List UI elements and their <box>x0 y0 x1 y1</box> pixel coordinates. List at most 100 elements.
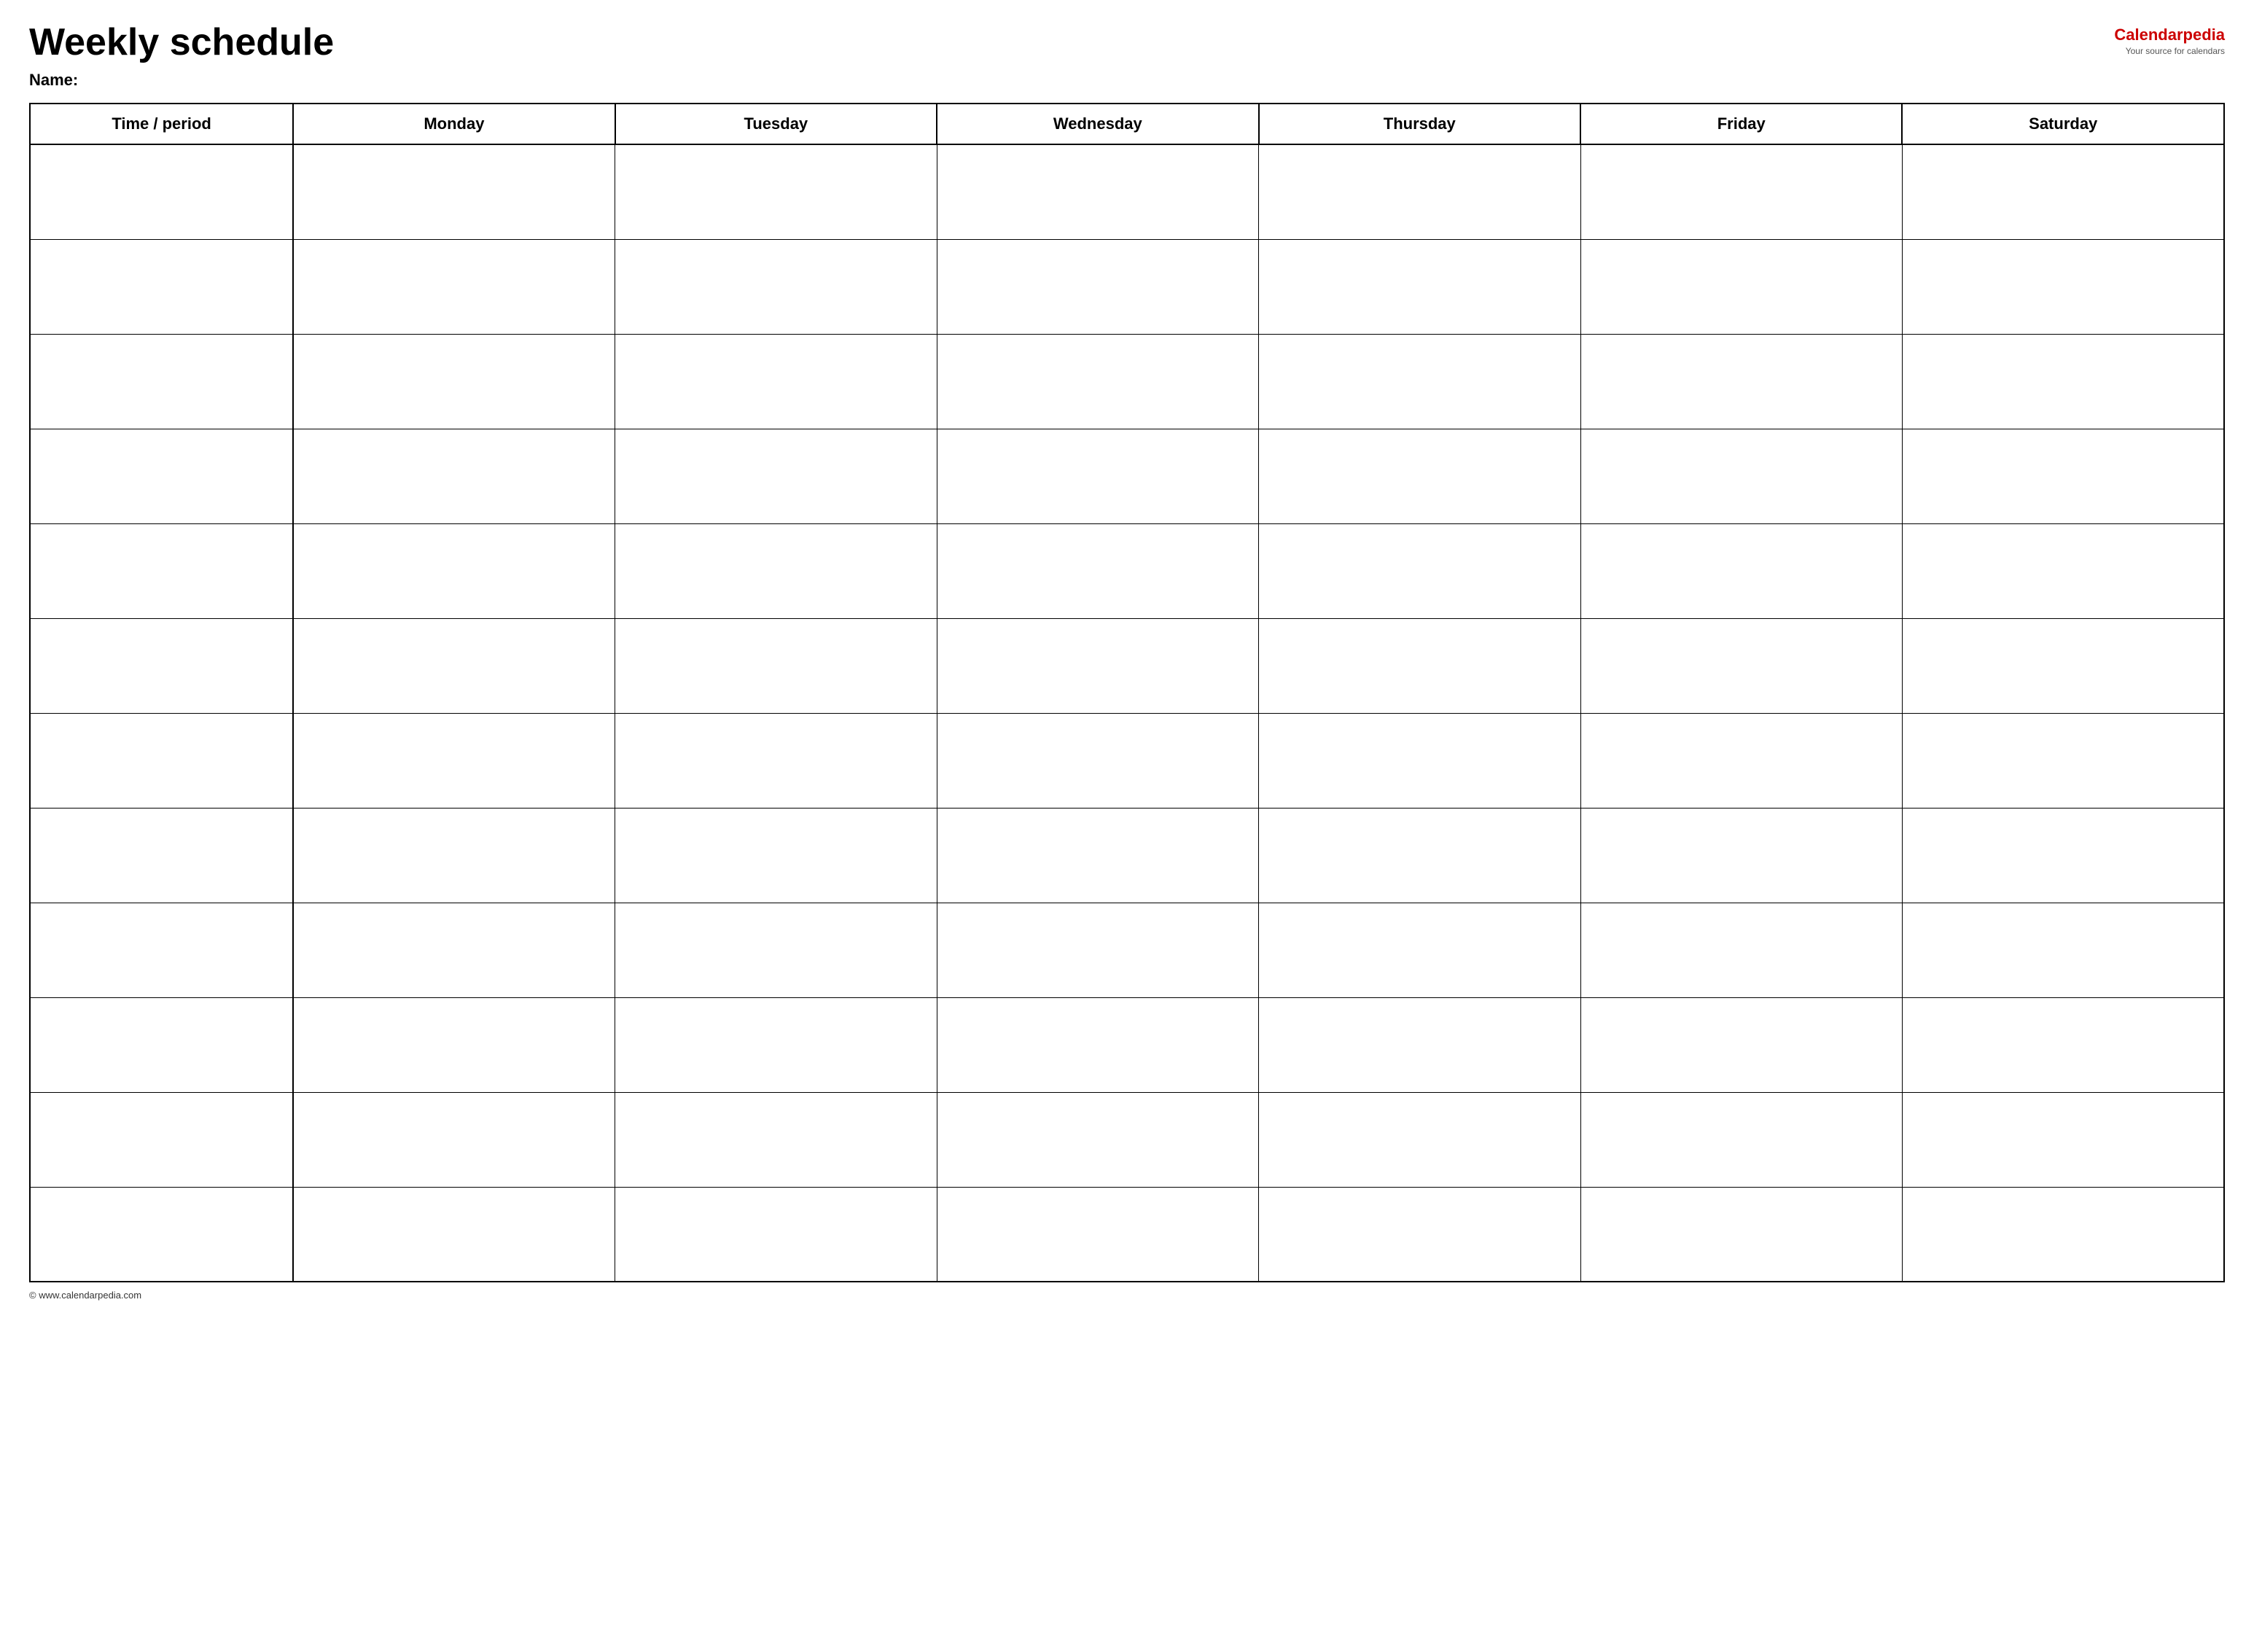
day-cell[interactable] <box>1580 903 1902 997</box>
table-row <box>30 808 2224 903</box>
day-cell[interactable] <box>615 903 937 997</box>
day-cell[interactable] <box>615 1092 937 1187</box>
time-cell[interactable] <box>30 144 293 239</box>
time-cell[interactable] <box>30 239 293 334</box>
table-row <box>30 523 2224 618</box>
table-row <box>30 239 2224 334</box>
day-cell[interactable] <box>1902 239 2224 334</box>
day-cell[interactable] <box>293 997 615 1092</box>
day-cell[interactable] <box>1259 523 1580 618</box>
day-cell[interactable] <box>1580 997 1902 1092</box>
col-header-tuesday: Tuesday <box>615 104 937 144</box>
day-cell[interactable] <box>937 997 1258 1092</box>
day-cell[interactable] <box>937 523 1258 618</box>
day-cell[interactable] <box>615 334 937 429</box>
day-cell[interactable] <box>937 713 1258 808</box>
page-header: Weekly schedule Calendarpedia Your sourc… <box>29 22 2225 63</box>
day-cell[interactable] <box>293 429 615 523</box>
day-cell[interactable] <box>1902 1092 2224 1187</box>
day-cell[interactable] <box>293 618 615 713</box>
day-cell[interactable] <box>937 808 1258 903</box>
day-cell[interactable] <box>293 144 615 239</box>
table-row <box>30 1092 2224 1187</box>
day-cell[interactable] <box>1902 713 2224 808</box>
table-row <box>30 429 2224 523</box>
time-cell[interactable] <box>30 429 293 523</box>
day-cell[interactable] <box>1902 334 2224 429</box>
day-cell[interactable] <box>615 997 937 1092</box>
day-cell[interactable] <box>615 618 937 713</box>
time-cell[interactable] <box>30 618 293 713</box>
time-cell[interactable] <box>30 334 293 429</box>
table-row <box>30 618 2224 713</box>
day-cell[interactable] <box>1580 618 1902 713</box>
day-cell[interactable] <box>1580 1187 1902 1282</box>
day-cell[interactable] <box>1902 144 2224 239</box>
day-cell[interactable] <box>293 334 615 429</box>
day-cell[interactable] <box>1902 808 2224 903</box>
day-cell[interactable] <box>1580 429 1902 523</box>
table-row <box>30 334 2224 429</box>
day-cell[interactable] <box>1259 713 1580 808</box>
day-cell[interactable] <box>1902 429 2224 523</box>
day-cell[interactable] <box>1259 1092 1580 1187</box>
col-header-monday: Monday <box>293 104 615 144</box>
table-row <box>30 144 2224 239</box>
day-cell[interactable] <box>615 429 937 523</box>
day-cell[interactable] <box>615 239 937 334</box>
day-cell[interactable] <box>1902 997 2224 1092</box>
day-cell[interactable] <box>293 1092 615 1187</box>
day-cell[interactable] <box>293 523 615 618</box>
day-cell[interactable] <box>1902 523 2224 618</box>
day-cell[interactable] <box>937 903 1258 997</box>
day-cell[interactable] <box>1259 618 1580 713</box>
day-cell[interactable] <box>1259 429 1580 523</box>
col-header-wednesday: Wednesday <box>937 104 1258 144</box>
day-cell[interactable] <box>1580 144 1902 239</box>
day-cell[interactable] <box>937 429 1258 523</box>
day-cell[interactable] <box>1902 618 2224 713</box>
day-cell[interactable] <box>1259 808 1580 903</box>
time-cell[interactable] <box>30 523 293 618</box>
day-cell[interactable] <box>937 334 1258 429</box>
day-cell[interactable] <box>293 808 615 903</box>
time-cell[interactable] <box>30 997 293 1092</box>
time-cell[interactable] <box>30 903 293 997</box>
table-row <box>30 713 2224 808</box>
day-cell[interactable] <box>937 1187 1258 1282</box>
day-cell[interactable] <box>1580 239 1902 334</box>
day-cell[interactable] <box>293 713 615 808</box>
logo-subtitle: Your source for calendars <box>2126 46 2225 56</box>
day-cell[interactable] <box>615 808 937 903</box>
day-cell[interactable] <box>615 523 937 618</box>
day-cell[interactable] <box>615 144 937 239</box>
col-header-time: Time / period <box>30 104 293 144</box>
day-cell[interactable] <box>1259 997 1580 1092</box>
day-cell[interactable] <box>293 1187 615 1282</box>
day-cell[interactable] <box>937 618 1258 713</box>
day-cell[interactable] <box>1259 334 1580 429</box>
day-cell[interactable] <box>1580 334 1902 429</box>
time-cell[interactable] <box>30 808 293 903</box>
time-cell[interactable] <box>30 1187 293 1282</box>
day-cell[interactable] <box>1580 1092 1902 1187</box>
day-cell[interactable] <box>937 1092 1258 1187</box>
day-cell[interactable] <box>1259 1187 1580 1282</box>
day-cell[interactable] <box>1259 144 1580 239</box>
day-cell[interactable] <box>1259 239 1580 334</box>
day-cell[interactable] <box>615 1187 937 1282</box>
day-cell[interactable] <box>1259 903 1580 997</box>
day-cell[interactable] <box>1580 713 1902 808</box>
day-cell[interactable] <box>293 239 615 334</box>
day-cell[interactable] <box>293 903 615 997</box>
day-cell[interactable] <box>937 239 1258 334</box>
time-cell[interactable] <box>30 1092 293 1187</box>
day-cell[interactable] <box>1580 523 1902 618</box>
logo: Calendarpedia Your source for calendars <box>2114 26 2225 56</box>
day-cell[interactable] <box>1902 903 2224 997</box>
day-cell[interactable] <box>1580 808 1902 903</box>
day-cell[interactable] <box>937 144 1258 239</box>
day-cell[interactable] <box>1902 1187 2224 1282</box>
time-cell[interactable] <box>30 713 293 808</box>
day-cell[interactable] <box>615 713 937 808</box>
